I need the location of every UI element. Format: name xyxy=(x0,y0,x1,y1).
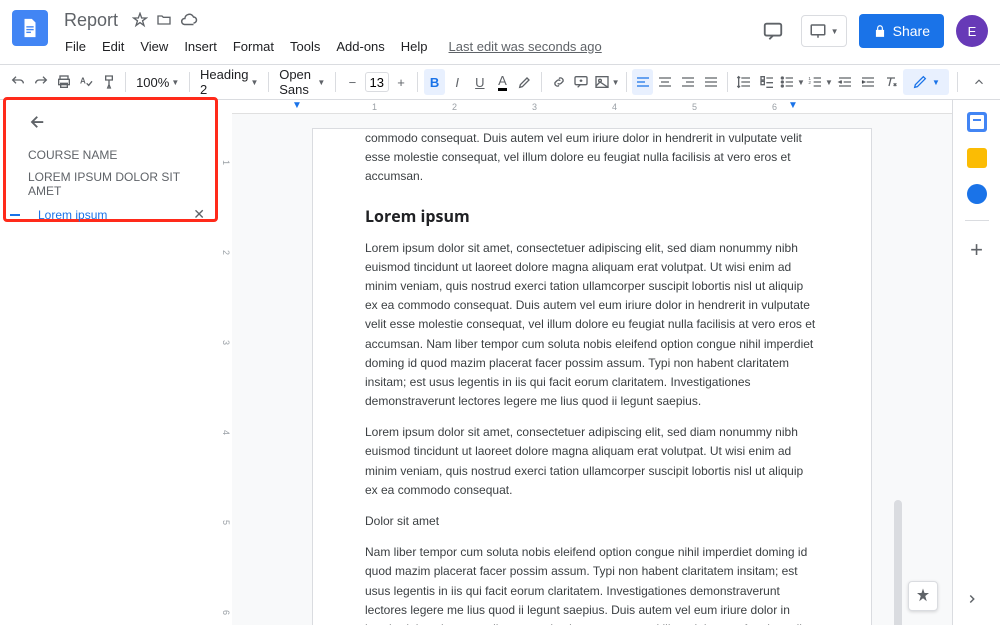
italic-icon[interactable]: I xyxy=(447,69,468,95)
add-addon-icon[interactable]: + xyxy=(970,237,983,263)
insert-image-icon[interactable]: ▼ xyxy=(594,69,620,95)
paragraph[interactable]: Dolor sit amet xyxy=(365,512,819,531)
increase-indent-icon[interactable] xyxy=(858,69,879,95)
horizontal-ruler: 1 2 3 4 5 6 ▼ ▼ xyxy=(232,100,952,114)
align-justify-icon[interactable] xyxy=(700,69,721,95)
main-area: COURSE NAME LOREM IPSUM DOLOR SIT AMET L… xyxy=(0,100,1000,625)
heading-2[interactable]: Lorem ipsum xyxy=(365,205,819,227)
scrollbar[interactable] xyxy=(894,500,902,625)
font-select[interactable]: Open Sans▼ xyxy=(275,70,329,94)
toolbar: A 100%▼ Heading 2▼ Open Sans▼ − + B I U … xyxy=(0,64,1000,100)
text-color-icon[interactable]: A xyxy=(492,69,513,95)
paragraph[interactable]: commodo consequat. Duis autem vel eum ir… xyxy=(365,129,819,187)
insert-comment-icon[interactable] xyxy=(571,69,592,95)
line-spacing-icon[interactable] xyxy=(734,69,755,95)
indent-marker-left-icon[interactable]: ▼ xyxy=(292,100,302,111)
bold-icon[interactable]: B xyxy=(424,69,445,95)
insert-link-icon[interactable] xyxy=(548,69,569,95)
svg-text:2: 2 xyxy=(808,80,811,85)
spellcheck-icon[interactable]: A xyxy=(76,69,97,95)
outline-item-remove-icon[interactable]: ✕ xyxy=(193,206,205,223)
font-size-input[interactable] xyxy=(365,72,389,92)
header: Report File Edit View Insert Format Tool… xyxy=(0,0,1000,64)
keep-icon[interactable] xyxy=(967,148,987,168)
document-scroll[interactable]: commodo consequat. Duis autem vel eum ir… xyxy=(232,114,952,625)
page[interactable]: commodo consequat. Duis autem vel eum ir… xyxy=(312,128,872,625)
menu-file[interactable]: File xyxy=(58,35,93,58)
bulleted-list-icon[interactable]: ▼ xyxy=(779,69,805,95)
outline-item-label: Lorem ipsum xyxy=(38,208,107,222)
outline-item[interactable]: LOREM IPSUM DOLOR SIT AMET xyxy=(10,166,211,202)
calendar-icon[interactable] xyxy=(967,112,987,132)
highlight-color-icon[interactable] xyxy=(515,69,536,95)
menu-help[interactable]: Help xyxy=(394,35,435,58)
star-icon[interactable] xyxy=(132,12,148,28)
header-right: ▼ Share E xyxy=(757,14,988,48)
undo-icon[interactable] xyxy=(8,69,29,95)
move-icon[interactable] xyxy=(156,12,172,28)
side-panel: + xyxy=(952,100,1000,625)
checklist-icon[interactable] xyxy=(756,69,777,95)
paragraph[interactable]: Lorem ipsum dolor sit amet, consectetuer… xyxy=(365,239,819,412)
outline-panel: COURSE NAME LOREM IPSUM DOLOR SIT AMET L… xyxy=(3,97,218,222)
redo-icon[interactable] xyxy=(31,69,52,95)
font-size-decrease-icon[interactable]: − xyxy=(342,69,363,95)
decrease-indent-icon[interactable] xyxy=(835,69,856,95)
menu-format[interactable]: Format xyxy=(226,35,281,58)
paragraph[interactable]: Nam liber tempor cum soluta nobis eleife… xyxy=(365,543,819,625)
font-size-increase-icon[interactable]: + xyxy=(391,69,412,95)
last-edit-link[interactable]: Last edit was seconds ago xyxy=(449,39,602,54)
underline-icon[interactable]: U xyxy=(470,69,491,95)
doc-wrap: 1 2 3 4 5 6 1 2 3 4 5 6 ▼ ▼ commodo cons… xyxy=(218,100,952,625)
zoom-select[interactable]: 100%▼ xyxy=(132,70,183,94)
paint-format-icon[interactable] xyxy=(99,69,120,95)
clear-formatting-icon[interactable] xyxy=(880,69,901,95)
outline-active-indicator xyxy=(10,214,20,216)
title-area: Report File Edit View Insert Format Tool… xyxy=(58,8,757,58)
menu-view[interactable]: View xyxy=(133,35,175,58)
avatar[interactable]: E xyxy=(956,15,988,47)
align-center-icon[interactable] xyxy=(655,69,676,95)
vertical-ruler: 1 2 3 4 5 6 xyxy=(218,100,232,625)
doc-title[interactable]: Report xyxy=(58,8,124,33)
numbered-list-icon[interactable]: 12▼ xyxy=(807,69,833,95)
outline-item[interactable]: COURSE NAME xyxy=(10,144,211,166)
paragraph[interactable]: Lorem ipsum dolor sit amet, consectetuer… xyxy=(365,423,819,500)
divider xyxy=(965,220,989,221)
comments-icon[interactable] xyxy=(757,15,789,47)
cloud-status-icon[interactable] xyxy=(180,11,198,29)
menu-bar: File Edit View Insert Format Tools Add-o… xyxy=(58,34,757,58)
menu-addons[interactable]: Add-ons xyxy=(329,35,391,58)
share-button[interactable]: Share xyxy=(859,14,944,48)
present-button[interactable]: ▼ xyxy=(801,15,847,47)
side-panel-collapse-icon[interactable] xyxy=(960,587,984,611)
explore-button[interactable] xyxy=(908,581,938,611)
align-right-icon[interactable] xyxy=(678,69,699,95)
align-left-icon[interactable] xyxy=(632,69,653,95)
menu-insert[interactable]: Insert xyxy=(177,35,224,58)
outline-back-icon[interactable] xyxy=(24,108,52,136)
indent-marker-right-icon[interactable]: ▼ xyxy=(788,100,798,111)
menu-tools[interactable]: Tools xyxy=(283,35,327,58)
style-select[interactable]: Heading 2▼ xyxy=(196,70,262,94)
menu-edit[interactable]: Edit xyxy=(95,35,131,58)
svg-text:A: A xyxy=(80,76,86,85)
editing-mode-button[interactable]: ▼ xyxy=(903,69,949,95)
print-icon[interactable] xyxy=(53,69,74,95)
docs-logo-icon[interactable] xyxy=(12,10,48,46)
collapse-toolbar-icon[interactable] xyxy=(966,69,992,95)
outline-item-active[interactable]: Lorem ipsum ✕ xyxy=(10,202,211,227)
tasks-icon[interactable] xyxy=(967,184,987,204)
share-label: Share xyxy=(893,23,930,39)
